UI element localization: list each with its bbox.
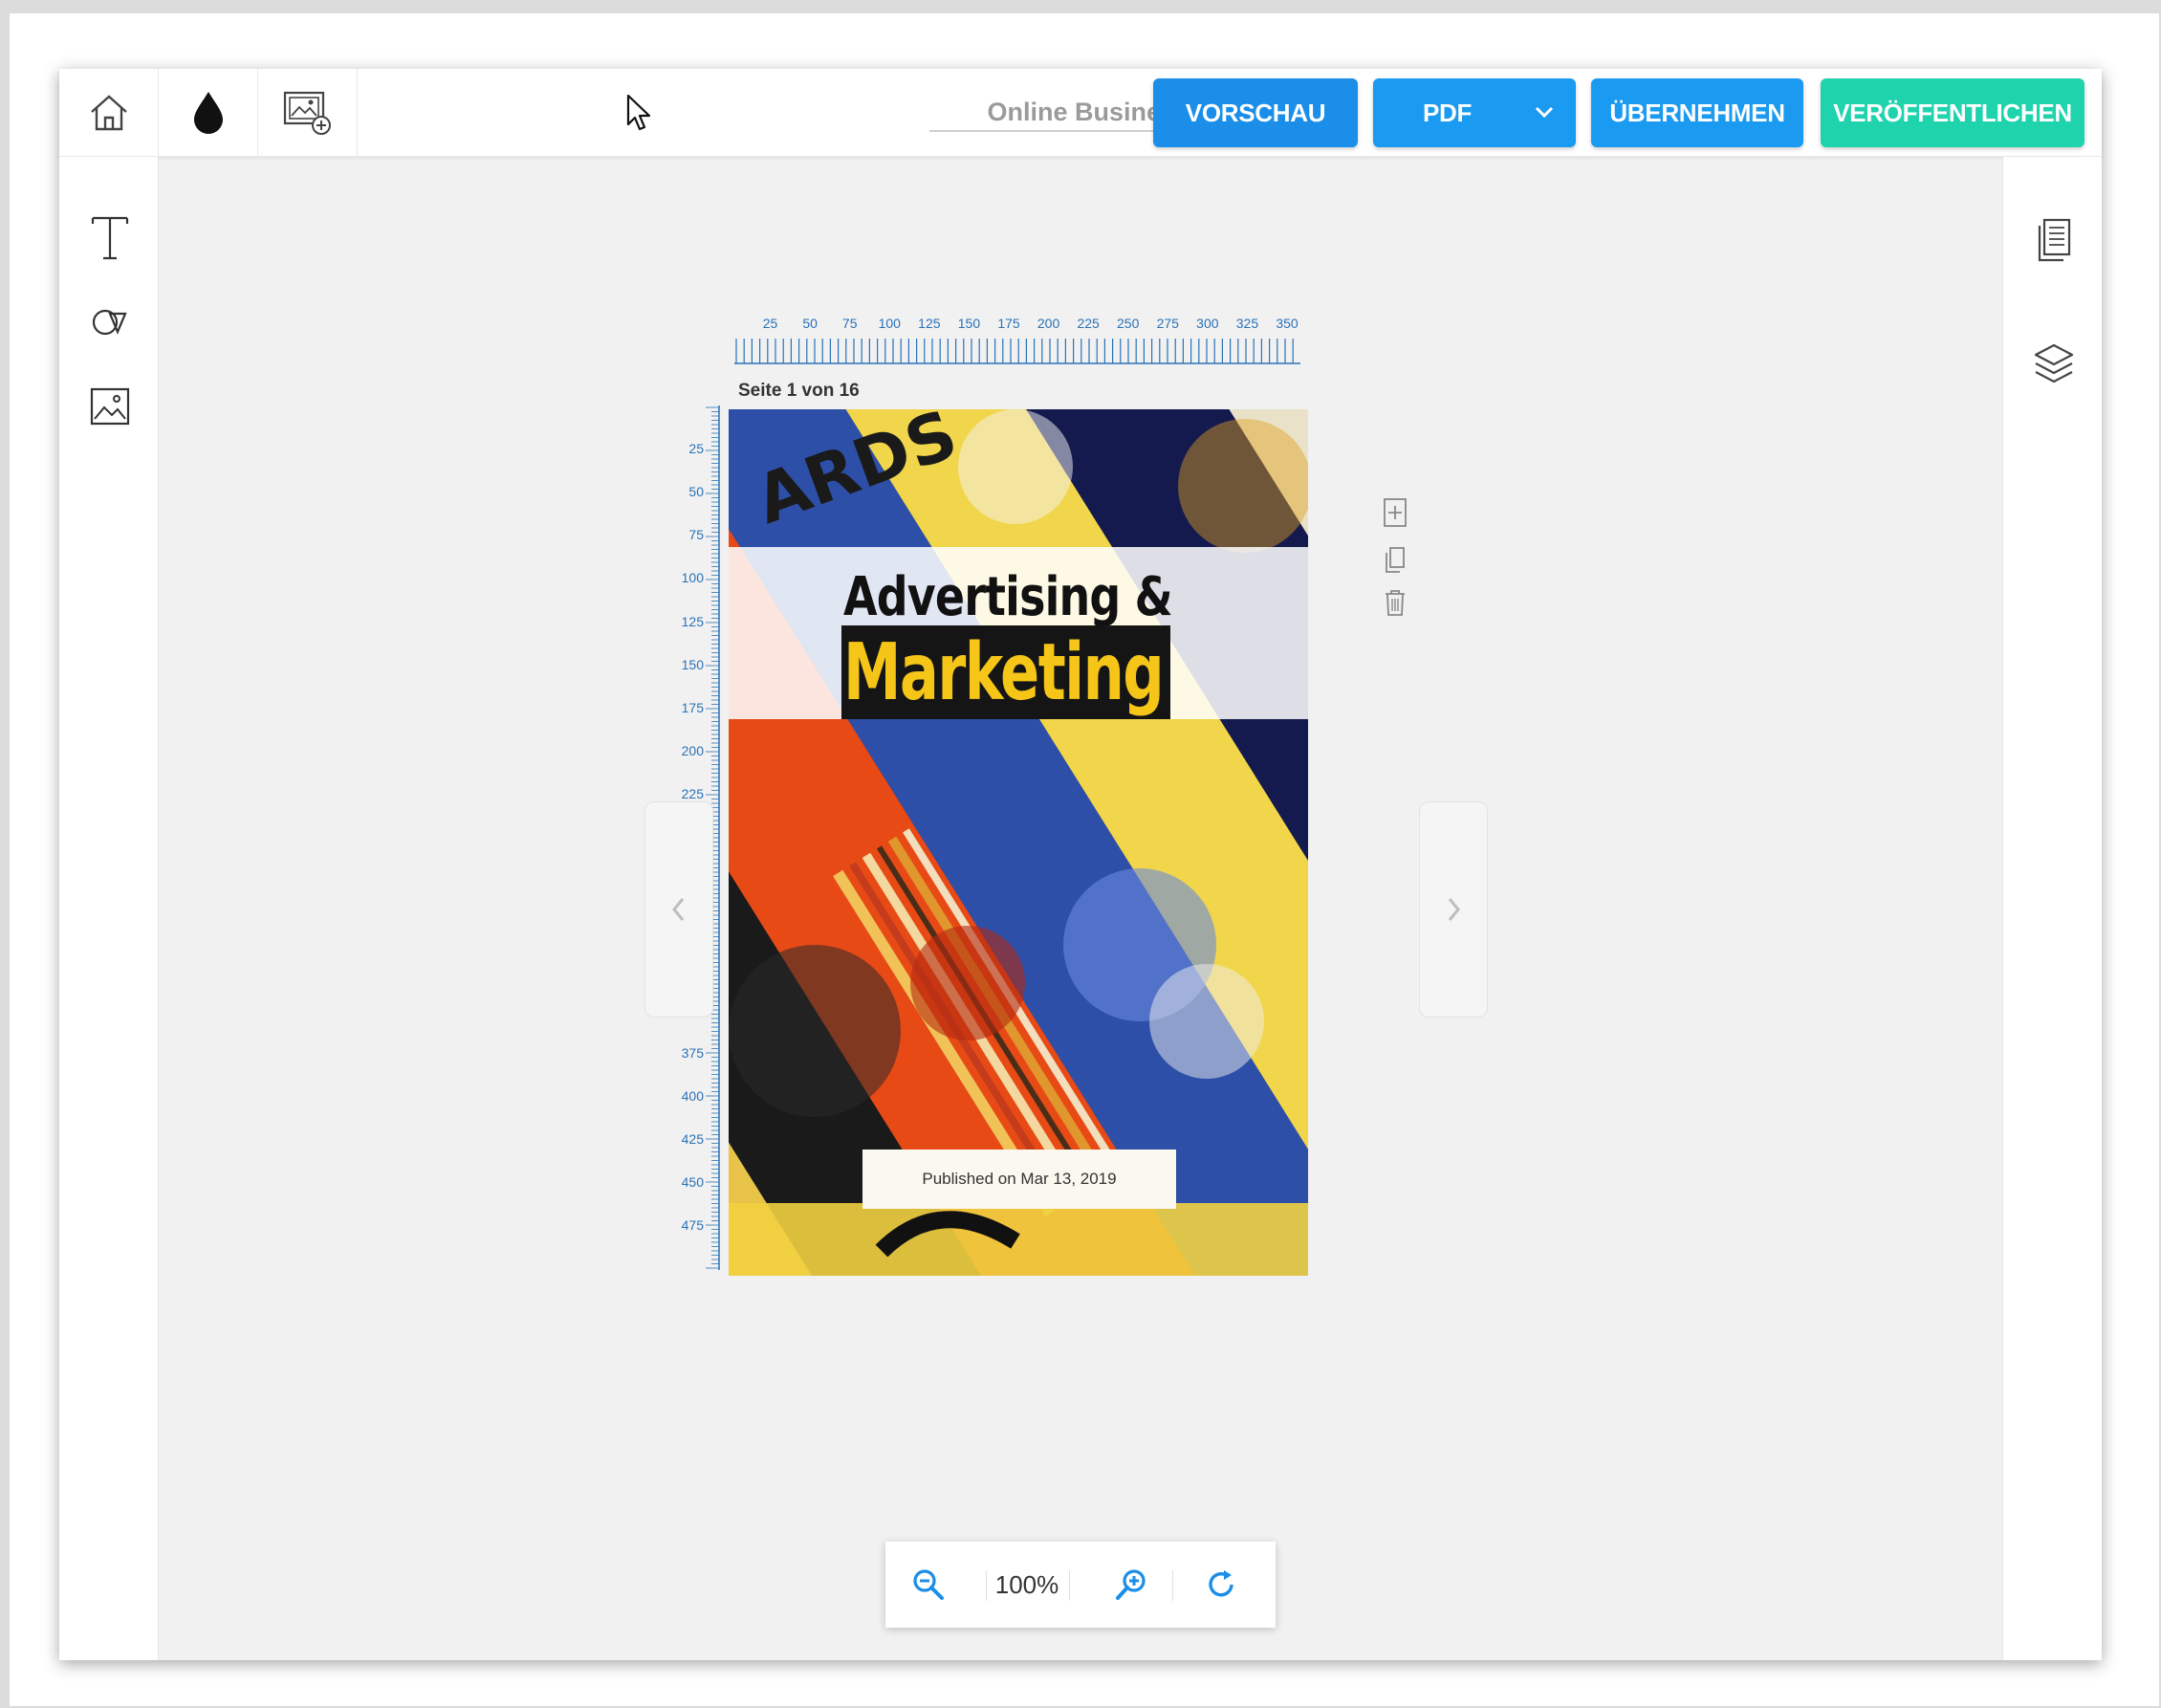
zoom-in-icon: [1116, 1569, 1146, 1600]
horizontal-ruler: 25 50 75 100 125 150 175 200 225 250 275 300 325 350: [732, 316, 1306, 369]
preview-button[interactable]: VORSCHAU: [1153, 78, 1358, 147]
ruler-tick-label: 375: [681, 1044, 704, 1061]
add-page-button[interactable]: [1381, 493, 1409, 532]
pdf-label: PDF: [1423, 98, 1473, 127]
ruler-tick-label: 75: [841, 316, 858, 331]
ruler-tick-label: 475: [681, 1216, 704, 1233]
right-toolbar: [2002, 157, 2102, 1660]
cover-title-line2[interactable]: Marketing: [843, 627, 1165, 718]
ruler-tick-label: 100: [878, 316, 901, 331]
ruler-tick-label: 225: [1077, 316, 1100, 331]
published-date-text: Published on Mar 13, 2019: [922, 1170, 1117, 1188]
image-icon: [90, 387, 130, 426]
zoom-in-button[interactable]: [1109, 1563, 1153, 1607]
delete-page-button[interactable]: [1381, 583, 1409, 622]
pdf-dropdown-button[interactable]: PDF: [1373, 78, 1576, 147]
add-page-icon: [1384, 498, 1407, 527]
document-page[interactable]: ARDS Advertising & Marketing Published o…: [729, 409, 1308, 1276]
ruler-tick-label: 75: [688, 527, 704, 543]
duplicate-page-icon: [1386, 547, 1405, 573]
ruler-tick-label: 350: [1276, 316, 1299, 331]
previous-page-button[interactable]: [644, 801, 713, 1018]
delete-page-icon: [1386, 590, 1405, 616]
ruler-tick-label: 125: [681, 613, 704, 629]
chevron-left-icon: [672, 898, 685, 921]
text-icon: [91, 216, 129, 260]
cover-title-line1[interactable]: Advertising &: [843, 566, 1173, 628]
page-indicator: Seite 1 von 16: [738, 381, 860, 401]
project-name-input[interactable]: [929, 94, 1161, 132]
ruler-tick-label: 200: [1037, 316, 1060, 331]
ruler-tick-label: 175: [997, 316, 1020, 331]
text-tool[interactable]: [88, 216, 132, 260]
ruler-tick-label: 450: [681, 1173, 704, 1190]
pages-panel-button[interactable]: [2032, 218, 2076, 262]
cover-artwork: ARDS: [729, 409, 1308, 1276]
apply-button[interactable]: ÜBERNEHMEN: [1591, 78, 1803, 147]
ruler-tick-label: 400: [681, 1087, 704, 1104]
ruler-tick-label: 125: [918, 316, 941, 331]
chevron-right-icon: [1448, 898, 1460, 921]
layers-icon: [2034, 343, 2074, 383]
zoom-separator: [1172, 1570, 1173, 1601]
ruler-tick-label: 325: [1235, 316, 1259, 331]
ruler-tick-label: 225: [681, 785, 704, 801]
ruler-tick-label: 25: [688, 441, 704, 457]
color-button[interactable]: [159, 69, 258, 157]
next-page-button[interactable]: [1419, 801, 1488, 1018]
ruler-tick-label: 175: [681, 699, 704, 715]
color-drop-icon: [193, 92, 223, 134]
top-toolbar: VORSCHAU PDF ÜBERNEHMEN VERÖFFENTLICHEN: [59, 69, 2102, 157]
layers-panel-button[interactable]: [2032, 342, 2076, 386]
ruler-tick-label: 150: [957, 316, 981, 331]
zoom-out-button[interactable]: [906, 1563, 950, 1607]
zoom-out-icon: [913, 1569, 944, 1600]
chevron-down-icon: [1535, 106, 1554, 119]
ruler-tick-label: 25: [762, 316, 778, 331]
shapes-tool[interactable]: [88, 300, 132, 344]
ruler-tick-label: 425: [681, 1130, 704, 1147]
reset-zoom-icon: [1209, 1570, 1233, 1597]
zoom-bar: 100%: [885, 1542, 1276, 1628]
ruler-tick-label: 300: [1196, 316, 1219, 331]
zoom-level: 100%: [994, 1570, 1059, 1599]
ruler-tick-label: 100: [681, 570, 704, 586]
duplicate-page-button[interactable]: [1381, 541, 1409, 580]
zoom-separator: [1069, 1570, 1070, 1601]
ruler-tick-label: 250: [1117, 316, 1140, 331]
shapes-icon: [92, 309, 127, 336]
home-icon: [90, 95, 127, 131]
home-button[interactable]: [59, 69, 159, 157]
add-image-button[interactable]: [258, 69, 358, 157]
publish-button[interactable]: VERÖFFENTLICHEN: [1821, 78, 2085, 147]
published-date-box[interactable]: Published on Mar 13, 2019: [862, 1150, 1176, 1209]
pages-icon: [2038, 218, 2071, 262]
ruler-tick-label: 50: [802, 316, 818, 331]
ruler-tick-label: 275: [1156, 316, 1179, 331]
ruler-tick-label: 150: [681, 656, 704, 672]
image-tool[interactable]: [88, 384, 132, 428]
left-toolbar: [59, 157, 159, 1660]
ruler-tick-label: 200: [681, 742, 704, 758]
ruler-tick-label: 50: [688, 484, 704, 500]
add-image-icon: [283, 91, 331, 135]
zoom-separator: [986, 1570, 987, 1601]
reset-zoom-button[interactable]: [1199, 1563, 1243, 1607]
mouse-cursor-icon: [626, 94, 651, 131]
